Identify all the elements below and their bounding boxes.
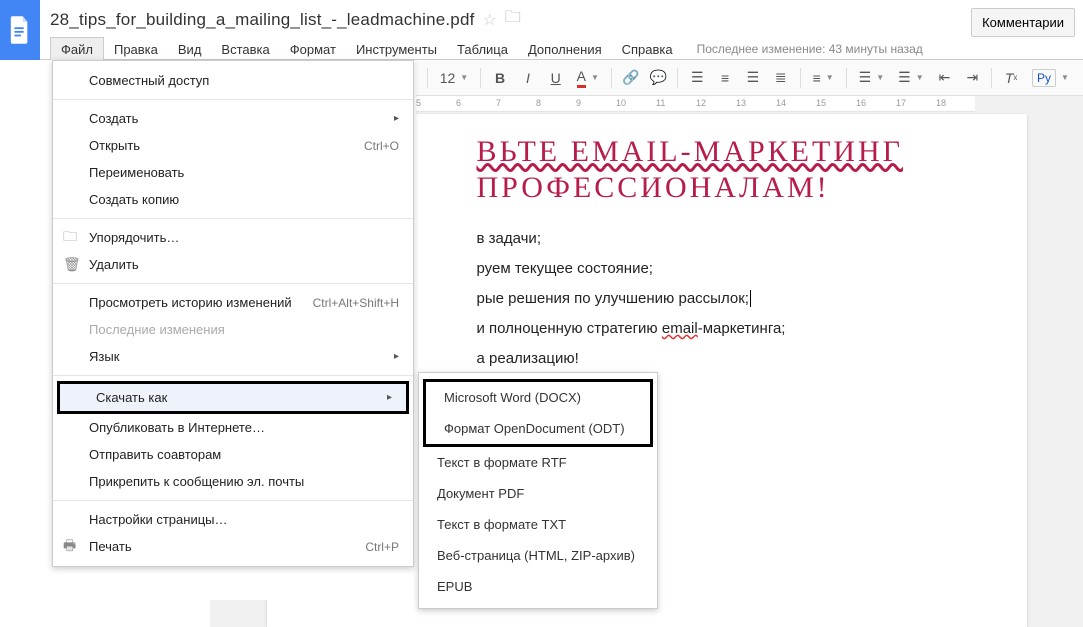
decrease-indent-button[interactable]: ⇤ xyxy=(932,65,958,91)
document-title[interactable]: 28_tips_for_building_a_mailing_list_-_le… xyxy=(50,10,475,30)
italic-button[interactable]: I xyxy=(515,65,541,91)
menu-download-as[interactable]: Скачать как▸ xyxy=(60,384,406,411)
menu-help[interactable]: Справка xyxy=(612,38,683,61)
ruler-tick: 8 xyxy=(536,98,541,108)
menu-delete[interactable]: 🗑Удалить xyxy=(53,251,413,278)
chevron-right-icon: ▸ xyxy=(394,351,399,362)
menu-new[interactable]: Создать▸ xyxy=(53,105,413,132)
body-line: в задачи; xyxy=(477,224,987,254)
menu-open[interactable]: ОткрытьCtrl+O xyxy=(53,132,413,159)
docs-logo[interactable] xyxy=(0,0,40,60)
ruler-tick: 12 xyxy=(696,98,706,108)
menu-bar: Файл Правка Вид Вставка Формат Инструмен… xyxy=(50,37,1073,61)
menu-addons[interactable]: Дополнения xyxy=(518,38,612,61)
document-icon xyxy=(9,16,31,44)
file-menu-dropdown: Совместный доступ Создать▸ ОткрытьCtrl+O… xyxy=(52,60,414,567)
menu-download-as-highlight: Скачать как▸ xyxy=(57,381,409,414)
underline-button[interactable]: U xyxy=(543,65,569,91)
folder-icon: 🗀 xyxy=(63,226,77,250)
last-edit-label[interactable]: Последнее изменение: 43 минуты назад xyxy=(697,42,923,56)
ruler-tick: 6 xyxy=(456,98,461,108)
submenu-epub[interactable]: EPUB xyxy=(419,571,657,602)
folder-icon[interactable]: 🗀 xyxy=(505,6,521,33)
align-center-button[interactable]: ≡ xyxy=(712,65,738,91)
app-header: 28_tips_for_building_a_mailing_list_-_le… xyxy=(0,0,1083,60)
submenu-txt[interactable]: Текст в формате TXT xyxy=(419,509,657,540)
document-body: в задачи; руем текущее состояние; рые ре… xyxy=(477,224,987,374)
ruler-tick: 10 xyxy=(616,98,626,108)
submenu-odt[interactable]: Формат OpenDocument (ODT) xyxy=(426,413,650,444)
menu-edit[interactable]: Правка xyxy=(104,38,168,61)
menu-table[interactable]: Таблица xyxy=(447,38,518,61)
menu-share[interactable]: Совместный доступ xyxy=(53,67,413,94)
comments-button[interactable]: Комментарии xyxy=(971,8,1075,37)
menu-tools[interactable]: Инструменты xyxy=(346,38,447,61)
ruler-tick: 14 xyxy=(776,98,786,108)
menu-view[interactable]: Вид xyxy=(168,38,212,61)
body-line: а реализацию! xyxy=(477,344,987,374)
ruler-tick: 9 xyxy=(576,98,581,108)
menu-file[interactable]: Файл xyxy=(50,37,104,61)
menu-revision-history[interactable]: Просмотреть историю измененийCtrl+Alt+Sh… xyxy=(53,289,413,316)
menu-make-copy[interactable]: Создать копию xyxy=(53,186,413,213)
font-size-selector[interactable]: 12▼ xyxy=(434,65,475,91)
menu-rename[interactable]: Переименовать xyxy=(53,159,413,186)
bold-button[interactable]: B xyxy=(487,65,513,91)
numbered-list-button[interactable]: ☰▼ xyxy=(853,65,890,91)
submenu-pdf[interactable]: Документ PDF xyxy=(419,478,657,509)
ruler-tick: 5 xyxy=(416,98,421,108)
download-as-submenu: Microsoft Word (DOCX) Формат OpenDocumen… xyxy=(418,372,658,609)
menu-email-attachment[interactable]: Прикрепить к сообщению эл. почты xyxy=(53,468,413,495)
menu-print[interactable]: 🖶ПечатьCtrl+P xyxy=(53,533,413,560)
ruler-tick: 16 xyxy=(856,98,866,108)
bulleted-list-button[interactable]: ☰▼ xyxy=(892,65,929,91)
chevron-right-icon: ▸ xyxy=(394,113,399,124)
menu-recent-changes: Последние изменения xyxy=(53,316,413,343)
print-icon: 🖶 xyxy=(63,535,76,559)
increase-indent-button[interactable]: ⇥ xyxy=(959,65,985,91)
insert-comment-button[interactable]: 💬 xyxy=(646,65,672,91)
text-cursor xyxy=(750,290,751,307)
align-left-button[interactable]: ☰ xyxy=(684,65,710,91)
ruler-tick: 13 xyxy=(736,98,746,108)
star-icon[interactable]: ☆ xyxy=(483,10,497,30)
menu-format[interactable]: Формат xyxy=(280,38,346,61)
ruler-tick: 17 xyxy=(896,98,906,108)
body-line: руем текущее состояние; xyxy=(477,254,987,284)
submenu-docx[interactable]: Microsoft Word (DOCX) xyxy=(426,382,650,413)
input-tools-button[interactable]: Ру▼ xyxy=(1026,65,1075,91)
line-spacing-button[interactable]: ≡▼ xyxy=(807,65,840,91)
menu-insert[interactable]: Вставка xyxy=(211,38,279,61)
clear-formatting-button[interactable]: Tx xyxy=(998,65,1024,91)
ruler[interactable]: 5 6 7 8 9 10 11 12 13 14 15 16 17 18 xyxy=(416,96,975,112)
body-line: и полноценную стратегию email-маркетинга… xyxy=(477,314,987,344)
submenu-docx-odt-highlight: Microsoft Word (DOCX) Формат OpenDocumen… xyxy=(423,379,653,447)
submenu-html[interactable]: Веб-страница (HTML, ZIP-архив) xyxy=(419,540,657,571)
ruler-tick: 11 xyxy=(656,98,665,108)
ruler-tick: 15 xyxy=(816,98,826,108)
chevron-right-icon: ▸ xyxy=(387,392,392,403)
text-color-button[interactable]: A▼ xyxy=(571,65,605,91)
menu-page-setup[interactable]: Настройки страницы… xyxy=(53,506,413,533)
ruler-tick: 7 xyxy=(496,98,501,108)
menu-publish[interactable]: Опубликовать в Интернете… xyxy=(53,414,413,441)
menu-email-collaborators[interactable]: Отправить соавторам xyxy=(53,441,413,468)
insert-link-button[interactable]: 🔗 xyxy=(618,65,644,91)
body-line: рые решения по улучшению рассылок; xyxy=(477,284,987,314)
align-justify-button[interactable]: ≣ xyxy=(768,65,794,91)
document-heading: ВЬТЕ EMAIL-МАРКЕТИНГ ПРОФЕССИОНАЛАМ! xyxy=(477,134,987,206)
align-right-button[interactable]: ☰ xyxy=(740,65,766,91)
trash-icon: 🗑 xyxy=(63,256,81,273)
ruler-tick: 18 xyxy=(936,98,946,108)
menu-organize[interactable]: 🗀Упорядочить… xyxy=(53,224,413,251)
submenu-rtf[interactable]: Текст в формате RTF xyxy=(419,447,657,478)
menu-language[interactable]: Язык▸ xyxy=(53,343,413,370)
